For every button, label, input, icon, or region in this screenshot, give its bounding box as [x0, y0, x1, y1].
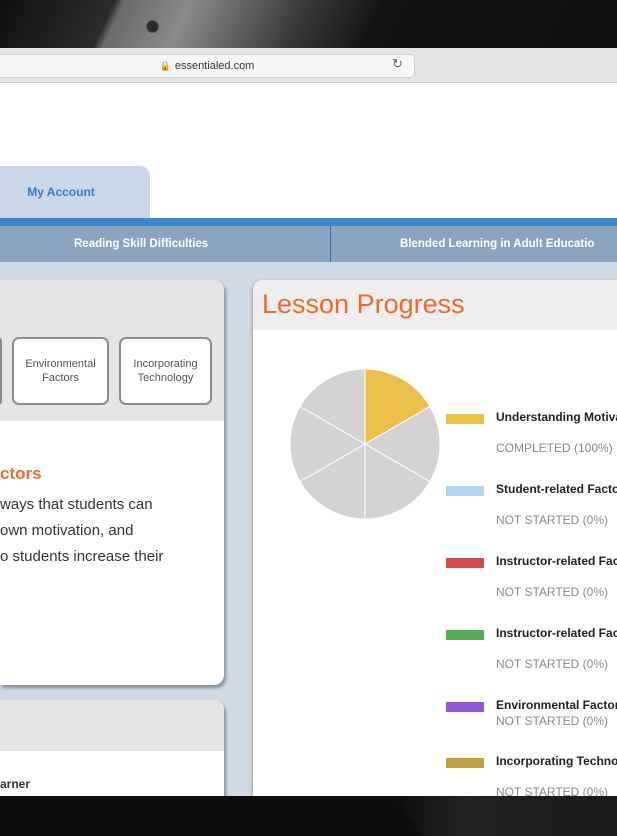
legend-status: NOT STARTED (0%) — [496, 714, 609, 728]
legend-lesson-name[interactable]: Incorporating Technology — [496, 754, 617, 769]
lesson-description-line: own motivation, and — [0, 522, 134, 539]
legend-status: NOT STARTED (0%) — [496, 585, 609, 599]
factor-button-technology[interactable]: Incorporating Technology — [119, 337, 212, 405]
legend-status: NOT STARTED (0%) — [496, 657, 609, 671]
module-tab-reading-skill[interactable]: Reading Skill Difficulties — [74, 226, 208, 262]
address-bar[interactable]: 🔒 essentialed.com — [0, 54, 415, 78]
legend-swatch — [446, 486, 484, 496]
legend-lesson-name[interactable]: Instructor-related Factors 2 — [496, 626, 617, 641]
camera-icon — [146, 20, 159, 33]
bezel-reflection — [0, 0, 617, 48]
legend-swatch — [446, 558, 484, 568]
url-text: essentialed.com — [174, 60, 255, 72]
device-bezel-top — [0, 0, 617, 48]
module-nav: Reading Skill Difficulties Blended Learn… — [0, 226, 617, 262]
lesson-progress-title: Lesson Progress — [262, 289, 465, 319]
legend-swatch — [446, 414, 484, 424]
lesson-heading: ctors — [0, 464, 42, 483]
learner-label: arner — [0, 777, 31, 791]
factor-nav-band: Environmental Factors Incorporating Tech… — [0, 280, 224, 421]
device-bezel-bottom — [0, 796, 617, 836]
progress-pie-chart — [289, 368, 441, 520]
learner-card: arner — [0, 700, 224, 796]
reload-icon[interactable]: ↻ — [392, 56, 403, 72]
factor-button-partial[interactable] — [0, 337, 2, 405]
factor-button-label: Incorporating Technology — [133, 358, 198, 384]
legend-status: NOT STARTED (0%) — [496, 785, 609, 796]
lesson-overview-card: Environmental Factors Incorporating Tech… — [0, 280, 224, 685]
factor-button-label: Environmental Factors — [25, 358, 96, 384]
tab-my-account-label: My Account — [27, 185, 95, 199]
legend-lesson-name[interactable]: Environmental Factors — [496, 698, 617, 713]
legend-status: COMPLETED (100%) — [496, 441, 613, 455]
legend-lesson-name[interactable]: Understanding Motivation — [496, 410, 617, 425]
legend-swatch — [446, 702, 484, 712]
tab-my-account[interactable]: My Account — [0, 166, 150, 218]
browser-toolbar: 🔒 essentialed.com ↻ — [0, 48, 617, 83]
lock-icon: 🔒 — [159, 60, 171, 71]
legend-status: NOT STARTED (0%) — [496, 513, 609, 527]
legend-lesson-name[interactable]: Instructor-related Factors 1 — [496, 554, 617, 569]
bezel-reflection — [395, 796, 617, 836]
lesson-description-line: ways that students can — [0, 496, 153, 513]
module-nav-divider — [330, 226, 331, 262]
legend-swatch — [446, 630, 484, 640]
browser-screen: 🔒 essentialed.com ↻ My Account Reading S… — [0, 48, 617, 796]
legend-lesson-name[interactable]: Student-related Factors — [496, 482, 617, 497]
header-divider — [0, 218, 617, 226]
lesson-progress-header: Lesson Progress — [253, 280, 617, 330]
lesson-progress-card: Lesson Progress Understanding Motivation… — [253, 280, 617, 796]
lesson-description-line: o students increase their — [0, 548, 164, 565]
legend-swatch — [446, 758, 484, 768]
module-tab-blended-learning[interactable]: Blended Learning in Adult Educatio — [400, 226, 594, 262]
factor-button-environmental[interactable]: Environmental Factors — [12, 337, 109, 405]
learner-card-header — [0, 700, 224, 751]
